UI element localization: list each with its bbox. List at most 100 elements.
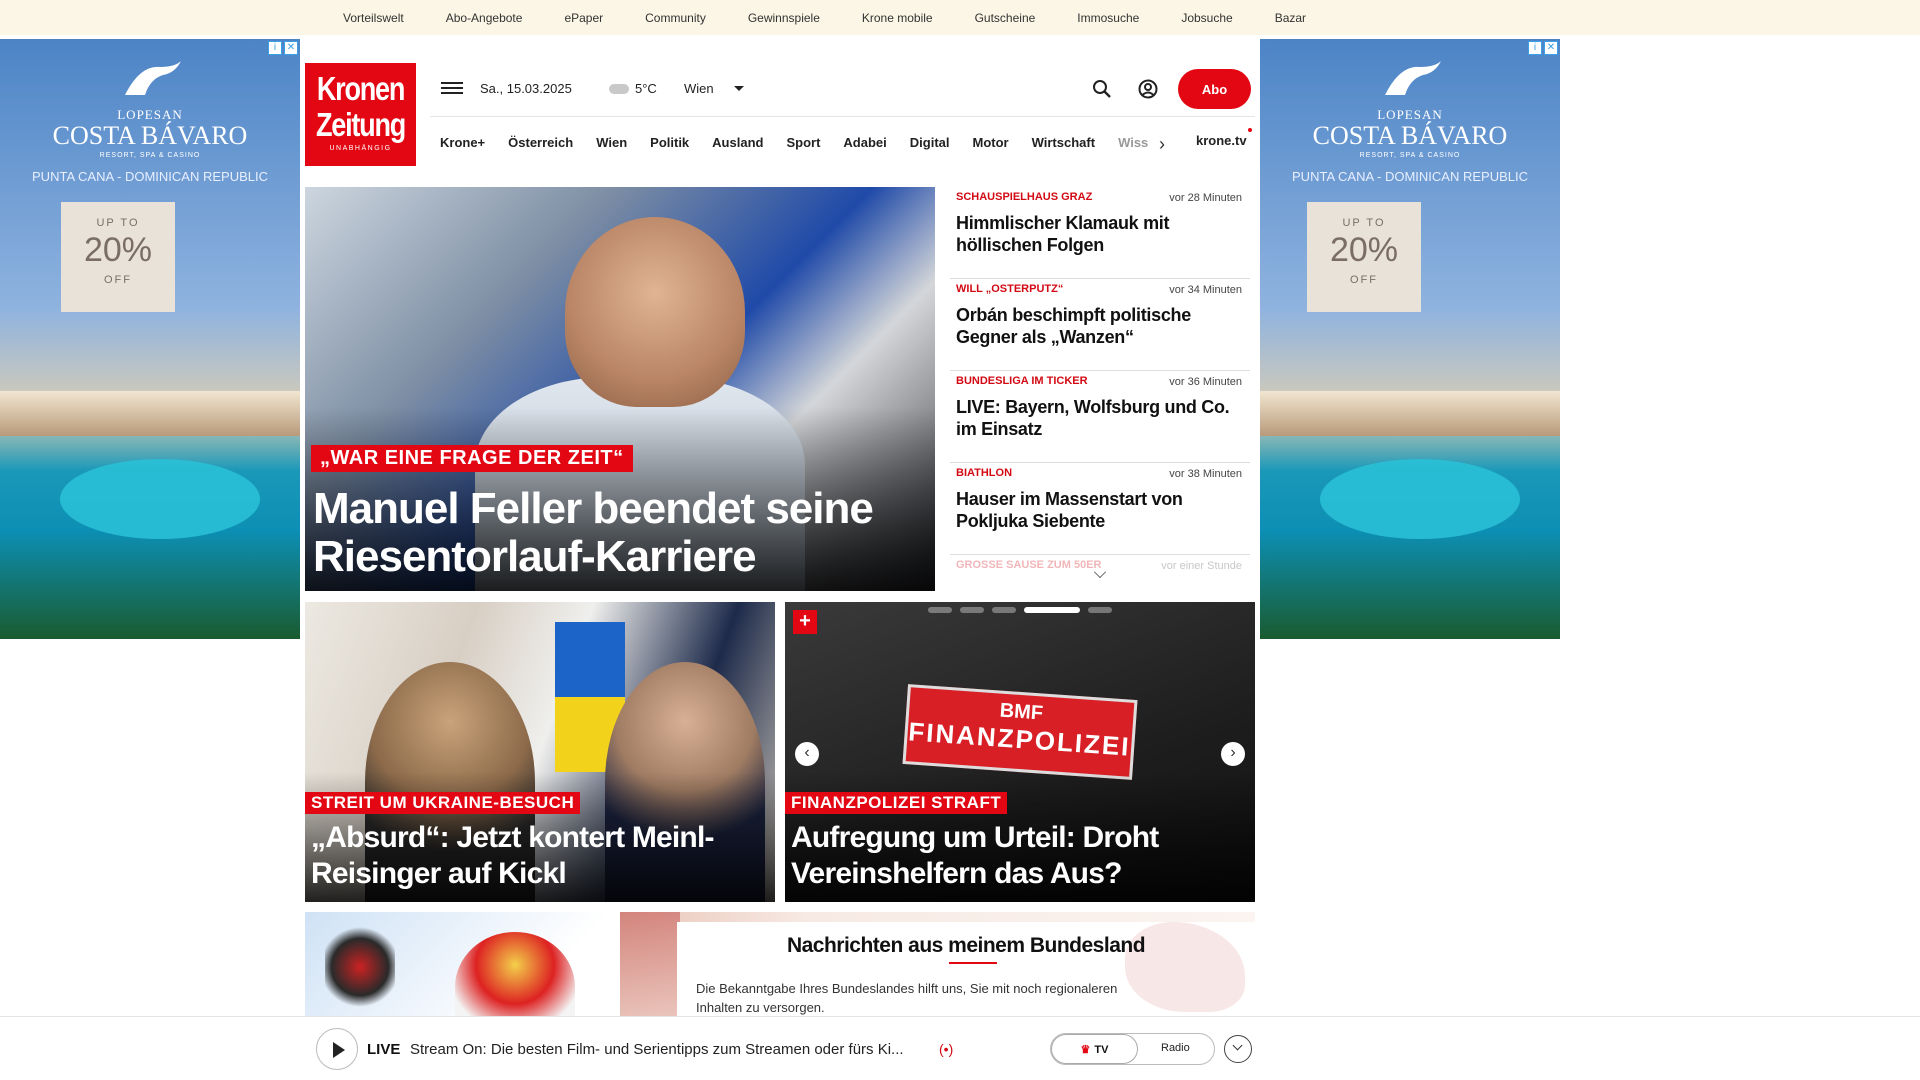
weather-widget[interactable]: 5°C <box>609 81 657 96</box>
top-utility-bar: Vorteilswelt Abo-Angebote ePaper Community G… <box>0 0 1920 35</box>
news-ticker: SCHAUSPIELHAUS GRAZ vor 28 Minuten Himml… <box>950 187 1250 587</box>
carousel-dot[interactable] <box>992 607 1016 613</box>
utility-link[interactable]: Jobsuche <box>1181 11 1232 25</box>
utility-link[interactable]: Vorteilswelt <box>343 11 404 25</box>
hero-kicker: „WAR EINE FRAGE DER ZEIT“ <box>311 445 633 472</box>
nav-item[interactable]: Wien <box>596 135 627 150</box>
right-skyscraper-ad[interactable]: i ✕ LOPESAN COSTA BÁVARO RESORT, SPA & C… <box>1260 39 1560 639</box>
utility-link[interactable]: Gewinnspiele <box>748 11 820 25</box>
ticker-time: vor 38 Minuten <box>1169 468 1242 480</box>
ad-offer-value: 20% <box>1329 231 1399 269</box>
carousel-dot[interactable] <box>1024 607 1080 613</box>
nav-item[interactable]: Krone+ <box>440 135 485 150</box>
nav-item[interactable]: Politik <box>650 135 689 150</box>
ad-offer-value: 20% <box>83 231 153 269</box>
pelican-logo-icon <box>1385 61 1441 95</box>
tv-toggle-button[interactable]: ♛ TV <box>1051 1034 1138 1064</box>
account-icon[interactable] <box>1138 79 1158 99</box>
ad-info-icon[interactable]: i <box>1528 41 1542 55</box>
ticker-time: vor einer Stunde <box>1161 560 1242 572</box>
ad-info-icon[interactable]: i <box>268 41 282 55</box>
live-indicator-dot <box>1248 128 1252 132</box>
ad-close-icon[interactable]: ✕ <box>1544 41 1558 55</box>
nav-item[interactable]: Adabei <box>843 135 886 150</box>
bundesland-text: Die Bekanntgabe Ihres Bundeslandes hilft… <box>696 981 1118 1015</box>
ticker-item[interactable]: SCHAUSPIELHAUS GRAZ vor 28 Minuten Himml… <box>950 187 1250 279</box>
search-icon[interactable] <box>1092 79 1112 99</box>
broadcast-icon: (•) <box>939 1041 954 1057</box>
card-image-jumper <box>325 922 395 1012</box>
ticker-item[interactable]: BIATHLON vor 38 Minuten Hauser im Massen… <box>950 463 1250 555</box>
ad-brand: COSTA BÁVARO <box>1312 121 1508 150</box>
nav-item[interactable]: Wiss <box>1118 135 1148 150</box>
carousel-next-button[interactable]: › <box>1221 742 1245 766</box>
region-selector[interactable]: Wien <box>684 81 714 96</box>
ad-close-icon[interactable]: ✕ <box>284 41 298 55</box>
nav-item[interactable]: Österreich <box>508 135 573 150</box>
carousel-dot[interactable] <box>1088 607 1112 613</box>
nav-item[interactable]: Ausland <box>712 135 763 150</box>
card-kicker: FINANZPOLIZEI STRAFT <box>785 792 1008 814</box>
utility-link[interactable]: Bazar <box>1275 11 1306 25</box>
live-stream-title[interactable]: Stream On: Die besten Film- und Serienti… <box>410 1041 930 1058</box>
ad-choices[interactable]: i ✕ <box>1528 41 1558 55</box>
current-date: Sa., 15.03.2025 <box>480 81 572 96</box>
hero-article[interactable]: „WAR EINE FRAGE DER ZEIT“ Manuel Feller … <box>305 187 935 591</box>
utility-link[interactable]: Community <box>645 11 706 25</box>
ticker-item[interactable]: WILL „OSTERPUTZ“ vor 34 Minuten Orbán be… <box>950 279 1250 371</box>
utility-link[interactable]: ePaper <box>564 11 603 25</box>
ad-choices[interactable]: i ✕ <box>268 41 298 55</box>
crown-icon: ♛ <box>1080 1043 1091 1056</box>
nav-next-arrow[interactable]: › <box>1159 134 1165 155</box>
ad-resort-image <box>1260 391 1560 436</box>
ad-offer-up-to: UP TO <box>96 217 140 229</box>
nav-item[interactable]: Motor <box>973 135 1009 150</box>
tv-label: TV <box>1094 1043 1109 1056</box>
ad-offer-up-to: UP TO <box>1342 217 1386 229</box>
carousel-dots <box>928 607 1112 613</box>
live-player-bar: LIVE Stream On: Die besten Film- und Ser… <box>0 1016 1920 1080</box>
article-card[interactable]: STREIT UM UKRAINE-BESUCH „Absurd“: Jetzt… <box>305 602 775 902</box>
ticker-headline: Orbán beschimpft politische Gegner als „… <box>956 305 1191 347</box>
carousel-prev-button[interactable]: ‹ <box>795 742 819 766</box>
media-switcher: ♛ TV Radio <box>1050 1033 1215 1065</box>
ticker-headline: LIVE: Bayern, Wolfsburg und Co. im Einsa… <box>956 397 1230 439</box>
ticker-time: vor 36 Minuten <box>1169 376 1242 388</box>
logo-tagline: UNABHÄNGIG <box>329 145 392 152</box>
ticker-item[interactable]: BUNDESLIGA IM TICKER vor 36 Minuten LIVE… <box>950 371 1250 463</box>
ad-region: PUNTA CANA - DOMINICAN REPUBLIC <box>1292 169 1528 184</box>
nav-item[interactable]: Sport <box>786 135 820 150</box>
kronen-zeitung-logo[interactable]: Kronen Zeitung UNABHÄNGIG <box>305 63 416 166</box>
caret-down-icon[interactable] <box>734 86 744 91</box>
ad-brand-sub: RESORT, SPA & CASINO <box>1359 152 1461 159</box>
bundesland-title: Nachrichten aus meinem Bundesland <box>786 934 1146 957</box>
carousel-article-card[interactable]: BMF FINANZPOLIZEI + ‹ › FINANZPOLIZEI ST… <box>785 602 1255 902</box>
carousel-dot[interactable] <box>928 607 952 613</box>
ad-offer-off: OFF <box>1350 274 1378 286</box>
utility-links: Vorteilswelt Abo-Angebote ePaper Community G… <box>343 0 1348 35</box>
krone-plus-icon: + <box>793 610 817 634</box>
abo-button[interactable]: Abo <box>1178 69 1251 109</box>
radio-toggle-button[interactable]: Radio <box>1161 1042 1190 1054</box>
card-title: Aufregung um Urteil: Droht Vereinshelfer… <box>791 821 1159 890</box>
utility-link[interactable]: Gutscheine <box>975 11 1036 25</box>
utility-link[interactable]: Krone mobile <box>862 11 933 25</box>
nav-item[interactable]: Digital <box>910 135 950 150</box>
ticker-time: vor 34 Minuten <box>1169 284 1242 296</box>
hamburger-menu-icon[interactable] <box>441 79 463 97</box>
nav-items: Krone+ Österreich Wien Politik Ausland Sport A… <box>440 117 1180 168</box>
carousel-dot[interactable] <box>960 607 984 613</box>
utility-link[interactable]: Immosuche <box>1077 11 1139 25</box>
ad-brand: COSTA BÁVARO <box>52 121 248 150</box>
logo-line-2: Zeitung <box>315 106 406 143</box>
left-skyscraper-ad[interactable]: i ✕ LOPESAN COSTA BÁVARO RESORT, SPA & C… <box>0 39 300 639</box>
utility-link[interactable]: Abo-Angebote <box>446 11 523 25</box>
live-label: LIVE <box>367 1041 401 1058</box>
nav-item[interactable]: Wirtschaft <box>1032 135 1095 150</box>
expand-chevron-icon[interactable] <box>1224 1035 1252 1063</box>
card-title: „Absurd“: Jetzt kontert Meinl-Reisinger … <box>311 821 714 890</box>
nav-krone-tv-link[interactable]: krone.tv <box>1196 133 1247 148</box>
play-button[interactable] <box>316 1028 358 1070</box>
hero-image-face <box>565 217 745 407</box>
ad-region: PUNTA CANA - DOMINICAN REPUBLIC <box>32 169 268 184</box>
